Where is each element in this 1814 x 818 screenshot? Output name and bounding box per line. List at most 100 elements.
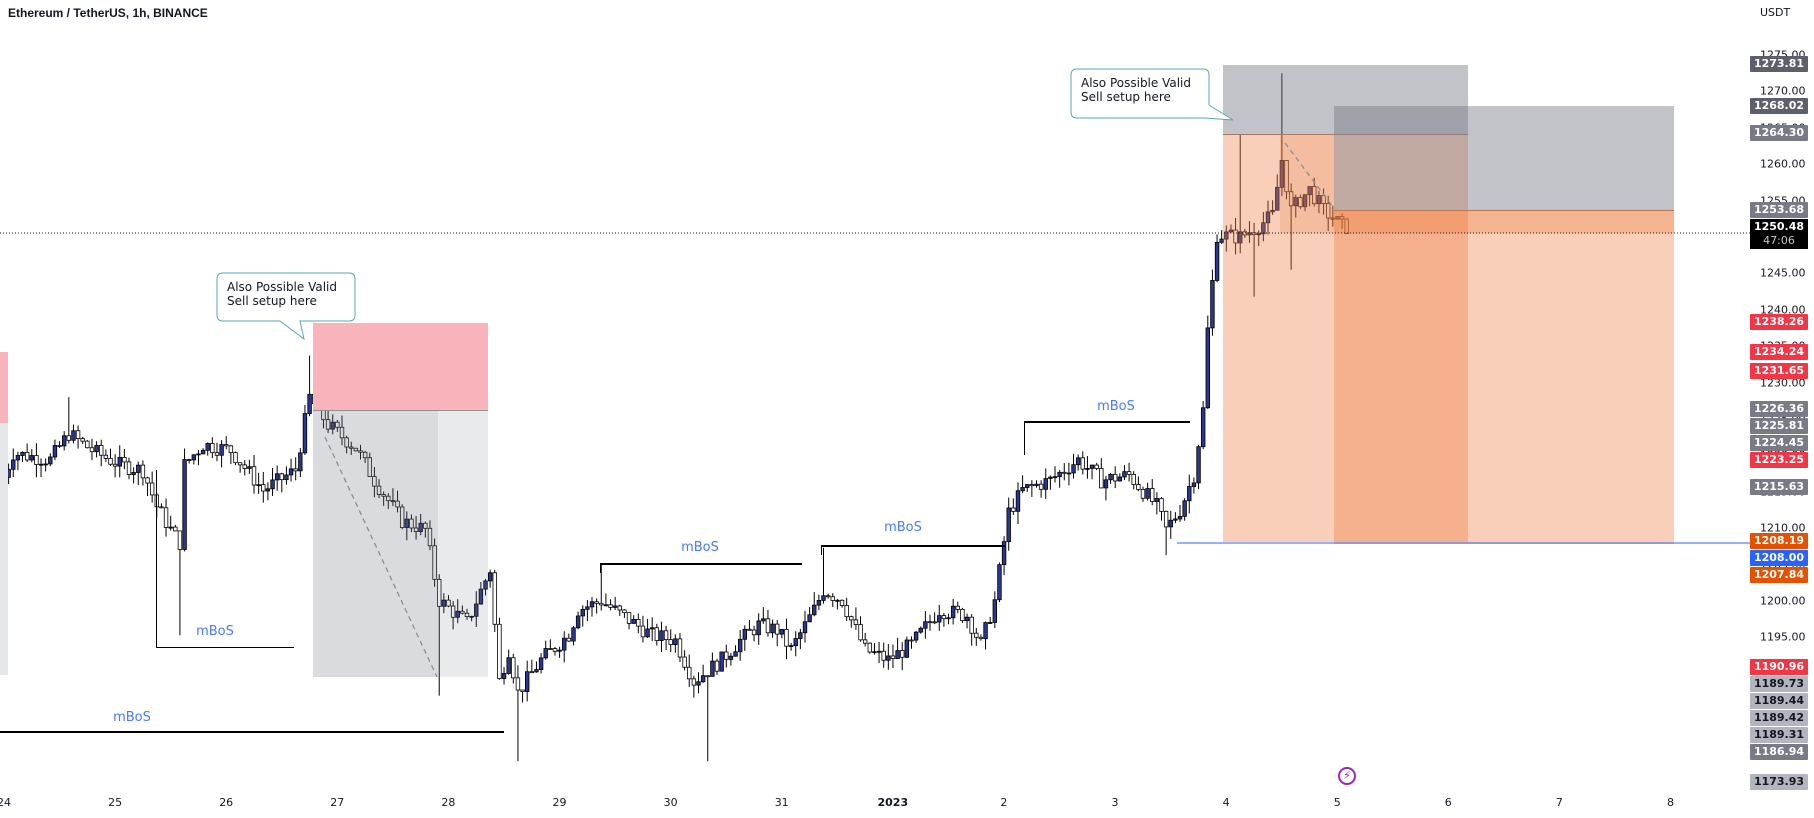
- candle-down: [89, 447, 95, 453]
- short-position-b-stop[interactable]: [1334, 106, 1674, 211]
- short-position-b-target[interactable]: [1334, 210, 1674, 544]
- price-tag: 1215.63: [1750, 479, 1808, 496]
- candle-up: [20, 451, 25, 456]
- candle-down: [75, 430, 81, 440]
- candle-down: [636, 618, 641, 627]
- mbos-line-vertical[interactable]: [1024, 421, 1025, 455]
- candle-down: [511, 657, 516, 679]
- price-tag: 1208.19: [1750, 533, 1808, 550]
- mbos-line[interactable]: [0, 731, 504, 733]
- date-label: 4: [1222, 796, 1230, 809]
- symbol-title[interactable]: Ethereum / TetherUS, 1h, BINANCE: [8, 6, 208, 20]
- mbos-label: mBoS: [681, 540, 719, 555]
- candle-up: [603, 604, 609, 607]
- candle-up: [1168, 519, 1173, 528]
- candle-down: [1080, 457, 1085, 470]
- date-label: 2: [1000, 796, 1008, 809]
- mbos-line-vertical[interactable]: [821, 545, 822, 555]
- candle-up: [645, 628, 650, 638]
- candle-down: [900, 650, 905, 658]
- date-label: 8: [1667, 796, 1674, 809]
- candle-up: [659, 630, 664, 641]
- callout-text[interactable]: Also Possible Valid Sell setup here: [227, 280, 337, 308]
- mbos-label: mBoS: [884, 520, 922, 535]
- sell-zone-stop[interactable]: [313, 323, 488, 411]
- candle-up: [1187, 486, 1192, 502]
- candle-down: [24, 451, 30, 461]
- price-tag: 1224.45: [1750, 435, 1808, 452]
- candle-down: [552, 648, 558, 652]
- candle-up: [302, 413, 308, 454]
- candle-up: [1103, 479, 1109, 489]
- candle-down: [751, 629, 757, 636]
- candle-down: [747, 628, 752, 631]
- candle-up: [1006, 507, 1011, 543]
- mbos-line[interactable]: [821, 545, 1005, 547]
- candle-down: [844, 605, 849, 618]
- candle-up: [38, 463, 44, 466]
- sell-zone-target[interactable]: [313, 410, 438, 677]
- candle-down: [932, 621, 937, 624]
- candle-down: [853, 619, 859, 625]
- candle-down: [830, 596, 835, 601]
- candle-up: [524, 671, 530, 692]
- candle-up: [719, 651, 724, 672]
- candle-up: [196, 453, 201, 456]
- candle-up: [11, 459, 16, 470]
- callout-text[interactable]: Also Possible Valid Sell setup here: [1081, 76, 1191, 104]
- candle-up: [673, 638, 678, 645]
- price-tick-label: 1195.00: [1760, 630, 1806, 644]
- price-tag: 1189.44: [1750, 692, 1808, 709]
- mbos-line[interactable]: [600, 563, 802, 565]
- candle-up: [1196, 446, 1201, 484]
- price-tag: 1253.68: [1750, 202, 1808, 219]
- price-tag: 1231.65: [1750, 362, 1808, 379]
- candle-up: [1214, 241, 1220, 281]
- candle-down: [705, 675, 710, 678]
- candle-up: [1071, 464, 1076, 474]
- candle-down: [1159, 498, 1164, 512]
- candle-down: [515, 677, 521, 691]
- candle-down: [237, 462, 243, 466]
- candle-up: [1210, 280, 1215, 329]
- candle-up: [756, 620, 761, 636]
- sell-zone-left-stop[interactable]: [0, 352, 8, 423]
- date-label: 2023: [877, 796, 909, 809]
- candle-up: [506, 657, 511, 674]
- lightning-icon[interactable]: ⚡︎: [1338, 767, 1356, 785]
- candle-down: [1029, 484, 1035, 487]
- mbos-line[interactable]: [1024, 421, 1190, 423]
- candle-up: [913, 631, 919, 641]
- candle-up: [538, 657, 544, 670]
- candle-up: [557, 649, 562, 652]
- candle-up: [1066, 472, 1072, 475]
- candle-up: [15, 455, 21, 461]
- mbos-line[interactable]: [156, 647, 294, 648]
- candle-down: [890, 655, 896, 659]
- candle-down: [1038, 483, 1044, 490]
- candle-down: [775, 623, 780, 635]
- mbos-line-vertical[interactable]: [156, 470, 157, 648]
- candle-up: [580, 608, 585, 617]
- sell-zone-target-ext[interactable]: [438, 410, 488, 677]
- candle-down: [492, 572, 497, 625]
- mbos-line-vertical[interactable]: [600, 563, 601, 573]
- candle-up: [1034, 483, 1039, 487]
- candle-up: [1075, 457, 1081, 466]
- currency-label[interactable]: USDT: [1760, 6, 1790, 19]
- candle-up: [761, 618, 766, 622]
- candle-down: [825, 595, 831, 598]
- candle-up: [487, 572, 493, 582]
- candle-down: [1131, 473, 1136, 485]
- candle-up: [1020, 487, 1025, 492]
- candle-up: [1052, 476, 1058, 479]
- sell-zone-left-target[interactable]: [0, 423, 8, 675]
- candle-up: [117, 456, 122, 467]
- candle-up: [52, 445, 58, 458]
- candle-down: [849, 616, 854, 621]
- date-label: 25: [108, 796, 123, 809]
- price-tag: 1207.84: [1750, 567, 1808, 584]
- candle-up: [812, 604, 817, 616]
- candle-down: [228, 445, 234, 453]
- candle-down: [163, 507, 169, 528]
